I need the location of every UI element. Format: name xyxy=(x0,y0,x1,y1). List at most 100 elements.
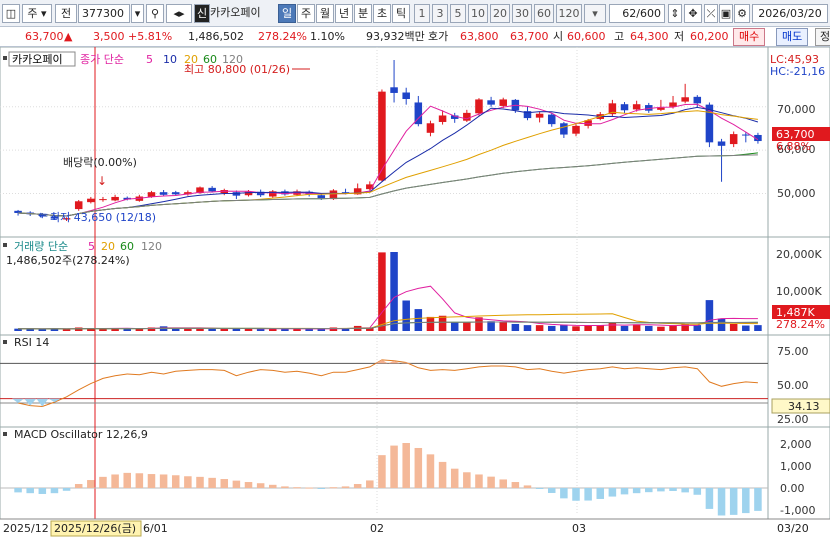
macd-bar xyxy=(681,488,689,493)
interval-3[interactable]: 3 xyxy=(432,4,448,23)
macd-bar xyxy=(535,488,544,489)
macd-bar xyxy=(487,476,495,488)
macd-bar xyxy=(584,488,592,501)
candle-body xyxy=(693,96,702,104)
vol-ma-120: 120 xyxy=(141,240,162,253)
macd-panel-handle-icon[interactable] xyxy=(3,432,7,436)
volume-bar xyxy=(657,326,665,331)
volume-panel-handle-icon[interactable] xyxy=(3,243,7,247)
date-input[interactable]: 2026/03/20 xyxy=(752,4,828,23)
dividend-annotation: 배당락(0.00%) xyxy=(63,156,137,169)
count-stepper-icon[interactable]: ⇕ xyxy=(668,4,682,23)
correct-button[interactable]: 정 xyxy=(815,28,830,46)
x-label-02: 02 xyxy=(370,522,384,535)
macd-bar xyxy=(390,445,398,488)
macd-bar xyxy=(366,480,374,488)
macd-bar xyxy=(475,474,483,488)
price-tick-70000: 70,000 xyxy=(777,103,816,116)
candle-body xyxy=(572,125,580,134)
buy-button[interactable]: 매수 xyxy=(733,28,766,46)
interval-20[interactable]: 20 xyxy=(490,4,510,23)
macd-bar xyxy=(305,487,313,489)
macd-bar xyxy=(171,475,180,488)
macd-bar xyxy=(244,482,253,488)
period-tab-minute[interactable]: 분 xyxy=(354,4,372,23)
volume-bar xyxy=(584,325,592,331)
high-annotation: 최고 80,800 (01/26) xyxy=(184,63,290,76)
macd-bar xyxy=(147,474,156,488)
change-percent: +5.81% xyxy=(128,30,173,43)
x-label-03: 03 xyxy=(572,522,586,535)
macd-bar xyxy=(754,488,762,511)
macd-bar xyxy=(511,482,520,488)
period-tab-tick[interactable]: 틱 xyxy=(392,4,410,23)
interval-1[interactable]: 1 xyxy=(414,4,430,23)
save-icon[interactable]: ▣ xyxy=(719,4,733,23)
panel-handle-icon[interactable] xyxy=(3,56,7,60)
period-tab-month[interactable]: 월 xyxy=(316,4,334,23)
candle-body xyxy=(742,134,750,136)
open-price: 60,600 xyxy=(567,30,606,43)
low-arrow-icon: ⇐ xyxy=(38,208,48,222)
rsi-panel-handle-icon[interactable] xyxy=(3,340,7,344)
candle-body xyxy=(475,99,483,114)
period-tab-year[interactable]: 년 xyxy=(335,4,353,23)
current-price: 63,700 xyxy=(25,30,64,43)
stock-nav-icon[interactable]: ◂▸ xyxy=(166,4,192,23)
macd-bar xyxy=(87,480,95,488)
current-volume-pct: 278.24% xyxy=(776,318,825,331)
volume-bar xyxy=(26,329,34,331)
macd-bar xyxy=(572,488,580,501)
crosshair-icon[interactable]: ✥ xyxy=(684,4,702,23)
macd-bar xyxy=(499,479,507,488)
macd-bar xyxy=(669,488,677,491)
macd-bar xyxy=(560,488,568,499)
macd-bar xyxy=(645,488,653,493)
interval-30[interactable]: 30 xyxy=(512,4,532,23)
candle-body xyxy=(74,201,83,210)
volume-bar xyxy=(390,252,398,331)
prev-button[interactable]: 전 xyxy=(55,4,77,23)
volume-bar xyxy=(547,325,556,331)
x-label-2025-12: 2025/12 xyxy=(3,522,49,535)
period-tab-week[interactable]: 주 xyxy=(297,4,315,23)
volume-bar xyxy=(608,322,617,331)
period-tab-second[interactable]: 초 xyxy=(373,4,391,23)
layout-icon[interactable]: ◫ xyxy=(2,4,20,23)
interval-120[interactable]: 120 xyxy=(556,4,582,23)
x-label-03-20: 03/20 xyxy=(777,522,809,535)
interval-60[interactable]: 60 xyxy=(534,4,554,23)
stock-code-input[interactable]: 377300 xyxy=(78,4,130,23)
low-price: 60,200 xyxy=(690,30,729,43)
stock-name: 카카오페이 xyxy=(210,6,261,19)
macd-bar xyxy=(657,488,665,492)
volume-bar xyxy=(256,329,265,331)
rsi-tick-25: 25.00 xyxy=(777,413,809,426)
gear-icon[interactable]: ⚙ xyxy=(734,4,750,23)
candle-body xyxy=(463,112,471,121)
interval-10[interactable]: 10 xyxy=(468,4,488,23)
candle-body xyxy=(560,123,568,135)
quote-label: 호가 xyxy=(428,30,449,43)
interval-5[interactable]: 5 xyxy=(450,4,466,23)
search-icon[interactable]: ⚲ xyxy=(146,4,164,23)
market-select[interactable]: 주 ▾ xyxy=(22,4,52,23)
draw-tool-icon[interactable]: ⤫ xyxy=(704,4,718,23)
code-dropdown-icon[interactable]: ▾ xyxy=(131,4,144,23)
ma-5: 5 xyxy=(146,53,153,66)
vol-ma-5: 5 xyxy=(88,240,95,253)
stock-chart[interactable]: 카카오페이 종가 단순 5 10 20 60 120 LC:45,93 HC:-… xyxy=(0,47,830,543)
volume-bar xyxy=(596,325,605,331)
interval-dropdown-icon[interactable]: ▾ xyxy=(584,4,606,23)
sell-button[interactable]: 매도 xyxy=(776,28,809,46)
data-count-input[interactable]: 62/600 xyxy=(609,4,665,23)
macd-bar xyxy=(632,488,641,494)
macd-bar xyxy=(26,488,34,494)
current-price-pct: 6.88% xyxy=(776,140,811,153)
macd-tick-2000: 2,000 xyxy=(780,438,812,451)
panel-2 xyxy=(0,334,769,428)
volume-bar xyxy=(560,324,568,331)
period-tab-day[interactable]: 일 xyxy=(278,4,296,23)
volume: 1,486,502 xyxy=(188,30,244,43)
volume-bar xyxy=(426,316,435,331)
